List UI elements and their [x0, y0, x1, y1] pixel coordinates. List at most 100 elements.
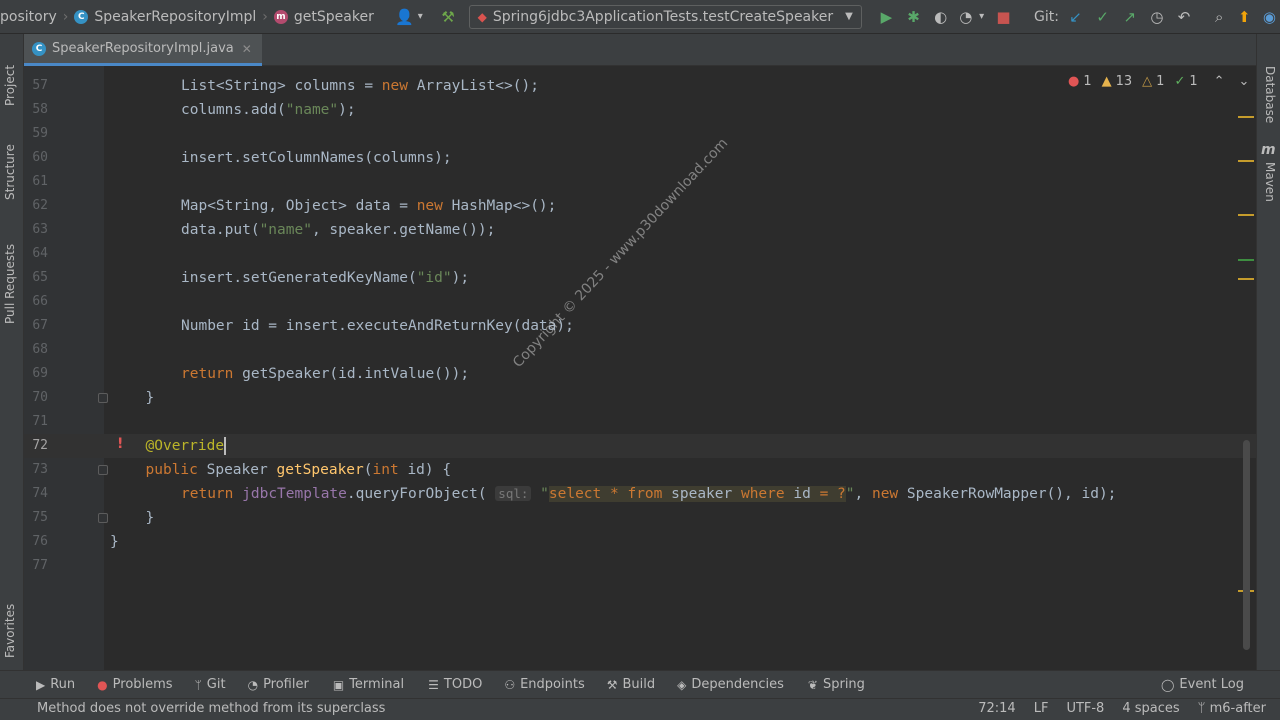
- build-hammer-icon[interactable]: ⚒: [438, 5, 459, 29]
- event-log-label: Event Log: [1179, 677, 1244, 692]
- code-line[interactable]: data.put("name", speaker.getName());: [181, 218, 495, 242]
- endpoints-tool-button[interactable]: ⚇ Endpoints: [504, 671, 584, 699]
- fold-marker-icon[interactable]: [98, 513, 108, 523]
- file-encoding[interactable]: UTF-8: [1066, 701, 1104, 716]
- code-line[interactable]: Map<String, Object> data = new HashMap<>…: [181, 194, 556, 218]
- close-icon[interactable]: ✕: [242, 42, 252, 56]
- vcs-branch[interactable]: ᛘ m6-after: [1198, 701, 1266, 716]
- code-line[interactable]: @Override: [146, 434, 227, 458]
- line-number: 65: [32, 270, 48, 285]
- stop-icon[interactable]: ■: [993, 5, 1014, 29]
- tab-speaker-repository-impl[interactable]: C SpeakerRepositoryImpl.java ✕: [24, 34, 262, 66]
- problems-tool-button[interactable]: ● Problems: [97, 671, 172, 699]
- run-label: Run: [50, 677, 76, 692]
- git-branch-icon: ᛘ: [194, 677, 202, 692]
- vertical-scrollbar[interactable]: [1243, 440, 1250, 650]
- scroll-warning-marker[interactable]: [1238, 214, 1254, 216]
- coverage-icon[interactable]: ◐: [930, 5, 951, 29]
- terminal-tool-button[interactable]: ▣ Terminal: [333, 671, 404, 699]
- line-number: 73: [32, 462, 48, 477]
- run-icon[interactable]: ▶: [876, 5, 897, 29]
- git-label: Git: [206, 677, 226, 692]
- debug-icon[interactable]: ✱: [903, 5, 924, 29]
- history-icon[interactable]: ◷: [1146, 5, 1167, 29]
- line-number: 72: [32, 438, 48, 453]
- code-line[interactable]: }: [146, 506, 155, 530]
- maven-tool-button[interactable]: Maven: [1263, 162, 1277, 202]
- profiler-tool-button[interactable]: ◔ Profiler: [248, 671, 309, 699]
- rollback-icon[interactable]: ↶: [1173, 5, 1194, 29]
- endpoints-icon: ⚇: [504, 677, 516, 692]
- ide-logo-icon[interactable]: ◉: [1259, 5, 1280, 29]
- git-branch-icon: ᛘ: [1197, 701, 1210, 716]
- structure-tool-button[interactable]: Structure: [3, 144, 17, 200]
- run-tool-button[interactable]: ▶ Run: [36, 671, 75, 699]
- code-line[interactable]: insert.setGeneratedKeyName("id");: [181, 266, 469, 290]
- list-icon: ☰: [428, 677, 439, 692]
- git-push-icon[interactable]: ↗: [1119, 5, 1140, 29]
- weak-warning-icon: △: [1142, 74, 1153, 89]
- code-line[interactable]: Number id = insert.executeAndReturnKey(d…: [181, 314, 574, 338]
- todo-tool-button[interactable]: ☰ TODO: [428, 671, 482, 699]
- breadcrumb-class[interactable]: C SpeakerRepositoryImpl: [74, 0, 256, 34]
- caret-position[interactable]: 72:14: [978, 701, 1015, 716]
- breadcrumb-method[interactable]: m getSpeaker: [273, 0, 374, 34]
- code-line[interactable]: }: [110, 530, 119, 554]
- line-number: 64: [32, 246, 48, 261]
- database-tool-button[interactable]: Database: [1263, 66, 1277, 123]
- chevron-up-icon[interactable]: ⌃: [1214, 74, 1225, 89]
- project-tool-button[interactable]: Project: [3, 65, 17, 106]
- line-number: 71: [32, 414, 48, 429]
- indent-setting[interactable]: 4 spaces: [1122, 701, 1179, 716]
- breadcrumb-package-label: pository: [0, 8, 57, 25]
- pull-requests-tool-button[interactable]: Pull Requests: [3, 244, 17, 324]
- right-tool-strip: Database m Maven: [1256, 34, 1280, 670]
- code-line[interactable]: List<String> columns = new ArrayList<>()…: [181, 74, 539, 98]
- error-bulb-icon[interactable]: !: [117, 436, 123, 452]
- chevron-down-icon[interactable]: ⌄: [1239, 74, 1250, 89]
- tab-label: SpeakerRepositoryImpl.java: [52, 41, 234, 56]
- terminal-label: Terminal: [349, 677, 405, 692]
- line-number: 70: [32, 390, 48, 405]
- code-line[interactable]: columns.add("name");: [181, 98, 356, 122]
- run-configuration-select[interactable]: ◆ Spring6jdbc3ApplicationTests.testCreat…: [468, 4, 862, 29]
- search-icon[interactable]: ⌕: [1209, 5, 1230, 29]
- dependencies-icon: ◈: [677, 677, 687, 692]
- editor-tabs: C SpeakerRepositoryImpl.java ✕: [24, 34, 1256, 66]
- profile-icon[interactable]: ◔: [955, 5, 976, 29]
- update-icon[interactable]: ⬆: [1234, 5, 1255, 29]
- scroll-warning-marker[interactable]: [1238, 116, 1254, 118]
- fold-marker-icon[interactable]: [98, 465, 108, 475]
- scroll-warning-marker[interactable]: [1238, 160, 1254, 162]
- user-icon[interactable]: 👤: [394, 5, 415, 29]
- problems-label: Problems: [112, 677, 173, 692]
- dependencies-tool-button[interactable]: ◈ Dependencies: [677, 671, 784, 699]
- event-log-tool-button[interactable]: ◯ Event Log: [1161, 671, 1244, 699]
- code-line[interactable]: public Speaker getSpeaker(int id) {: [146, 458, 452, 482]
- line-number: 58: [32, 102, 48, 117]
- code-line[interactable]: insert.setColumnNames(columns);: [181, 146, 452, 170]
- code-line[interactable]: }: [146, 386, 155, 410]
- code-line[interactable]: return getSpeaker(id.intValue());: [181, 362, 469, 386]
- git-commit-icon[interactable]: ✓: [1092, 5, 1113, 29]
- breadcrumb-package[interactable]: pository: [0, 0, 57, 34]
- maven-icon: m: [1261, 142, 1276, 158]
- code-line[interactable]: return jdbcTemplate.queryForObject( sql:…: [181, 482, 1116, 506]
- chevron-down-icon[interactable]: ▾: [976, 5, 987, 29]
- chevron-down-icon[interactable]: ▾: [415, 5, 426, 29]
- build-hammer-icon: ⚒: [606, 677, 618, 692]
- favorites-tool-button[interactable]: Favorites: [3, 604, 17, 658]
- run-config-label: Spring6jdbc3ApplicationTests.testCreateS…: [492, 8, 834, 25]
- scroll-warning-marker[interactable]: [1238, 278, 1254, 280]
- scroll-ok-marker[interactable]: [1238, 259, 1254, 261]
- class-icon: C: [74, 9, 89, 24]
- line-number: 68: [32, 342, 48, 357]
- inspections-widget[interactable]: ● 1 ▲ 13 △ 1 ✓ 1 ⌃ ⌄: [1068, 74, 1249, 89]
- spring-tool-button[interactable]: ❦ Spring: [808, 671, 865, 699]
- tool-window-bar: ▶ Run ● Problems ᛘ Git ◔ Profiler ▣ Terminal …: [0, 670, 1280, 698]
- build-tool-button[interactable]: ⚒ Build: [607, 671, 655, 699]
- line-separator[interactable]: LF: [1034, 701, 1049, 716]
- git-update-icon[interactable]: ↙: [1065, 5, 1086, 29]
- fold-marker-icon[interactable]: [98, 393, 108, 403]
- git-tool-button[interactable]: ᛘ Git: [195, 671, 226, 699]
